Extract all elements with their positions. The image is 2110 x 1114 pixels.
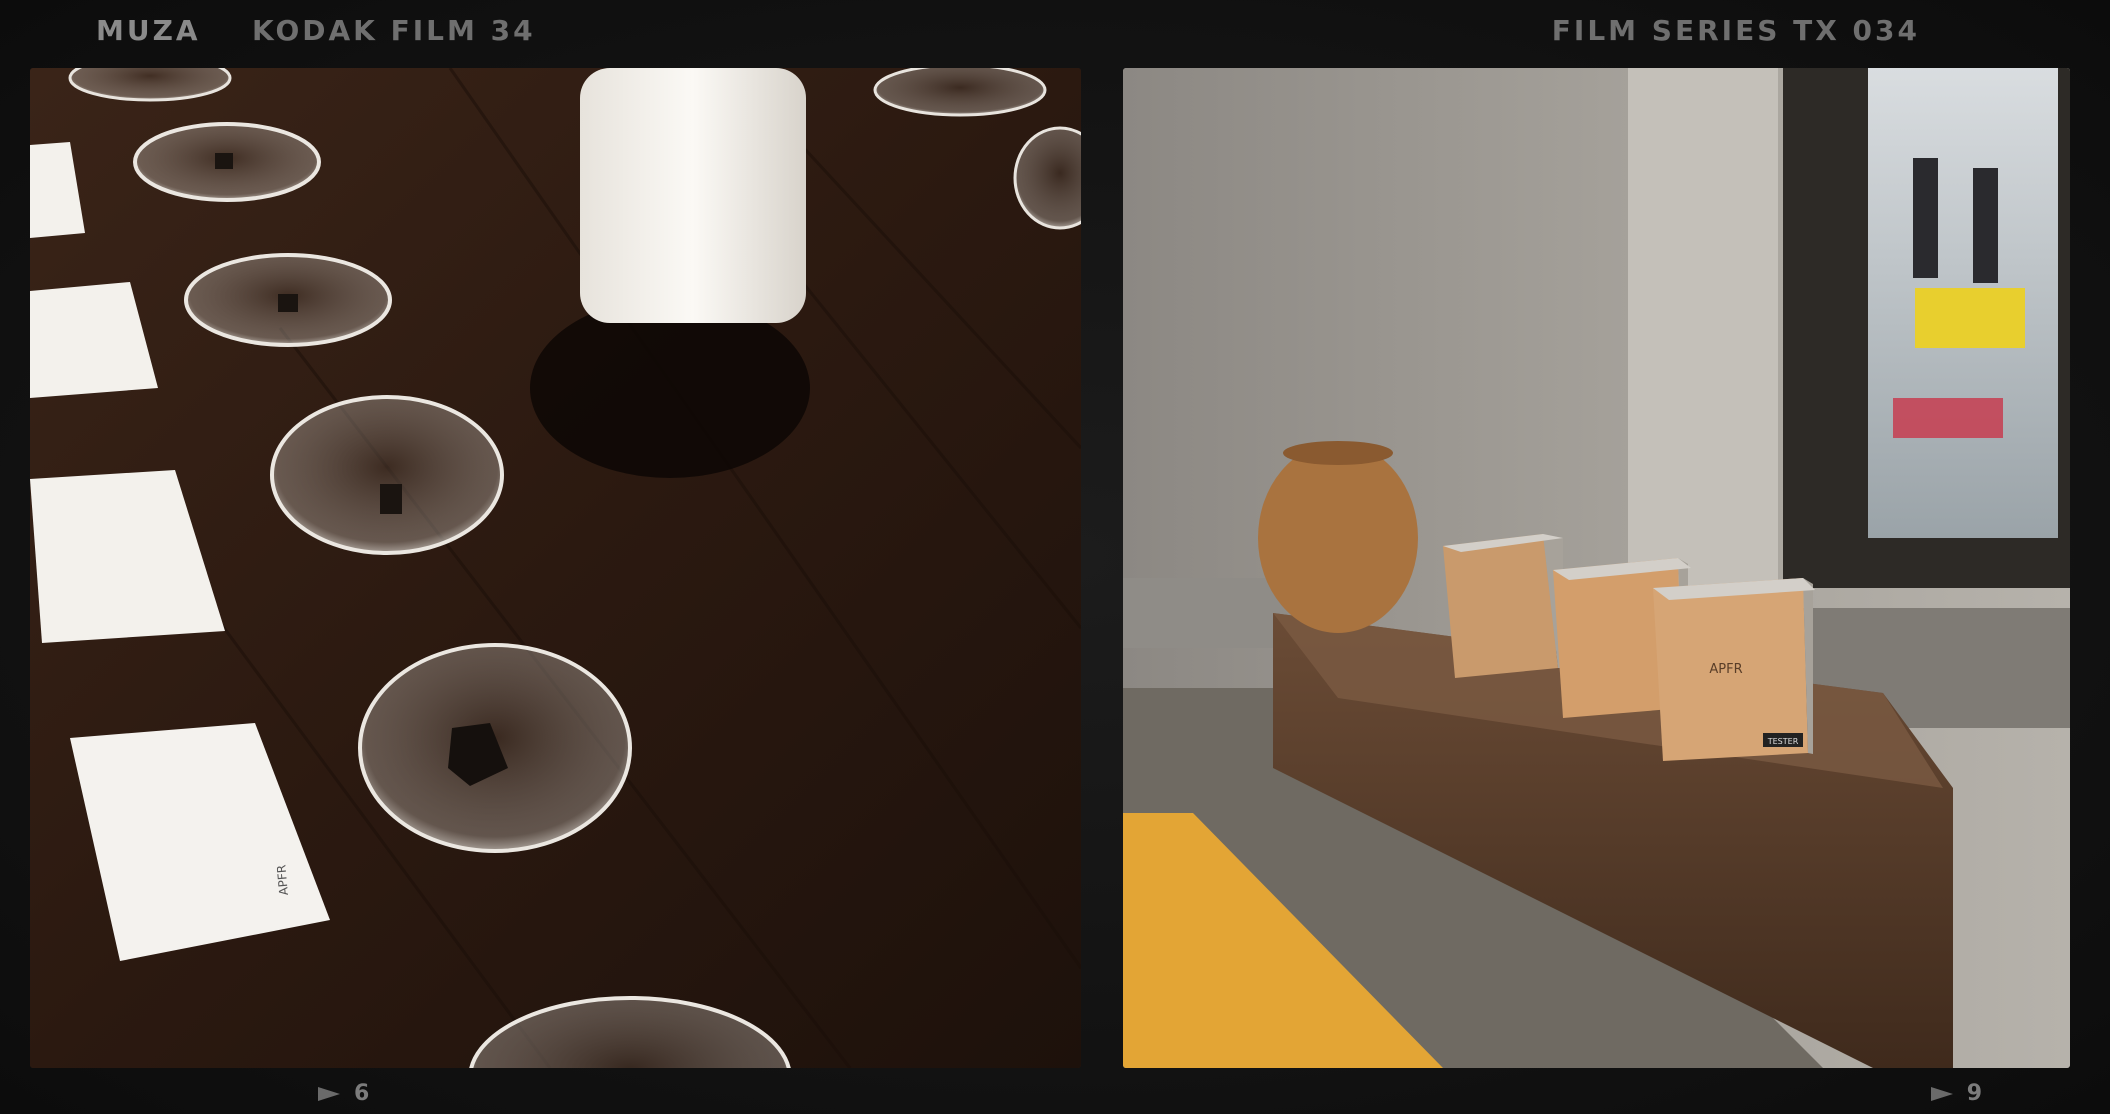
film-stock-label: KODAK FILM 34	[252, 14, 536, 47]
film-series-label: FILM SERIES TX 034	[1551, 14, 1920, 47]
table-photo: APFR	[30, 68, 1081, 1068]
frame-number-9: 9	[1930, 1081, 1982, 1106]
card-label: APFR	[274, 864, 291, 896]
tester-label: TESTER	[1767, 737, 1799, 746]
frame-number-label: 6	[354, 1081, 370, 1106]
photo-frame-window: APFR TESTER	[1123, 68, 2070, 1068]
clay-vase	[1258, 443, 1418, 633]
white-bottle	[580, 68, 806, 323]
window-photo: APFR TESTER	[1123, 68, 2070, 1068]
frame-number-label: 9	[1966, 1081, 1982, 1106]
frame-arrow-icon	[1930, 1086, 1953, 1101]
bottle-shadow	[530, 298, 810, 478]
wall-corner	[1628, 68, 1778, 628]
film-brand-label: MUZA	[96, 14, 201, 47]
film-strip: MUZA KODAK FILM 34 FILM SERIES TX 034 AP…	[0, 0, 2110, 1114]
frame-number-6: 6	[318, 1081, 369, 1106]
box-label: APFR	[1709, 662, 1742, 677]
photo-frame-table: APFR	[30, 68, 1081, 1068]
frame-arrow-icon	[318, 1086, 340, 1101]
